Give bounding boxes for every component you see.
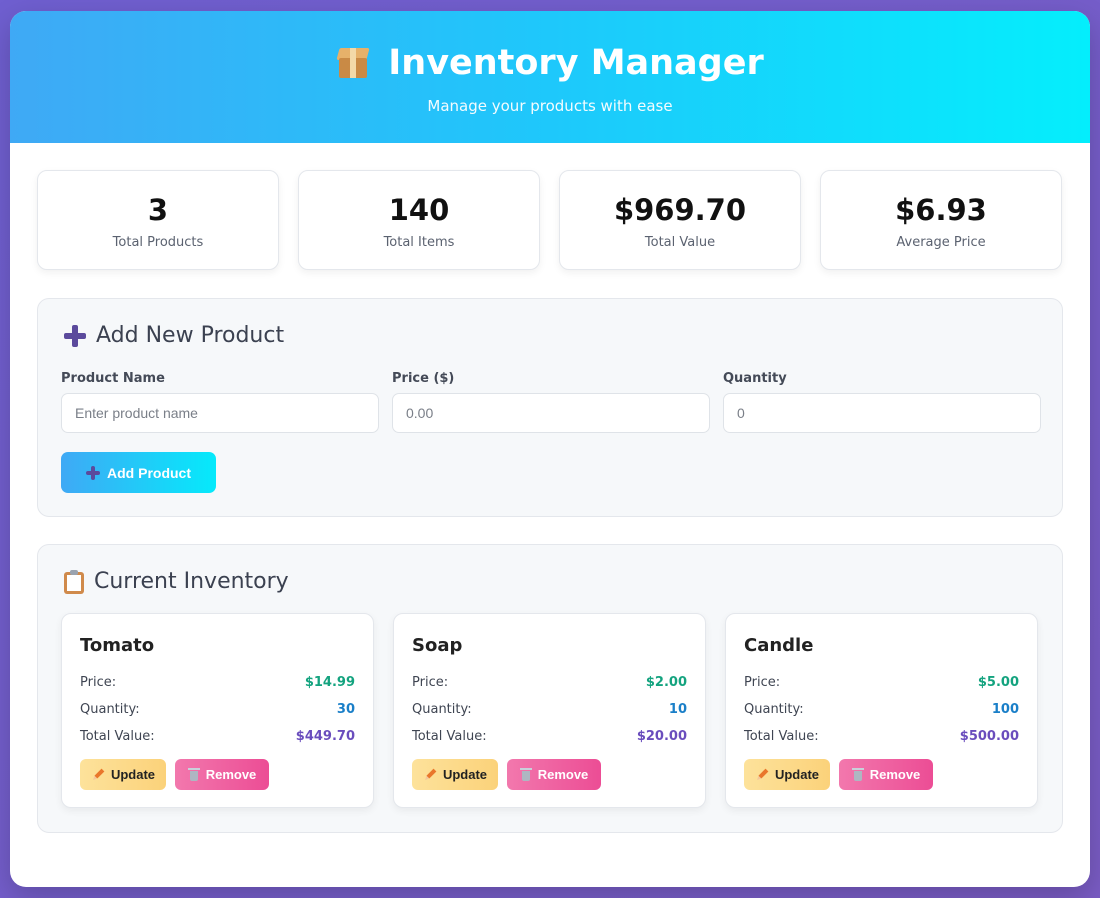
stat-card-average-price: $6.93 Average Price [820,170,1062,270]
quantity-input[interactable] [723,393,1041,433]
update-button[interactable]: Update [744,759,830,790]
stat-label: Total Items [383,235,455,250]
price-input[interactable] [392,393,710,433]
price-value: $5.00 [977,675,1019,690]
price-label: Price ($) [392,371,455,386]
product-card-list: Tomato Price: $14.99 Quantity: 30 Total … [61,613,1038,808]
total-value: $20.00 [636,729,687,744]
stat-value: 140 [388,193,450,227]
remove-button-label: Remove [537,767,589,782]
total-value: $500.00 [959,729,1019,744]
inventory-title: Current Inventory [94,569,289,594]
total-value-label: Total Value: [80,729,155,744]
add-product-panel: Add New Product Product Name Price ($) Q… [37,298,1063,517]
update-button-label: Update [442,767,488,782]
stat-value: $969.70 [613,193,747,227]
quantity-label: Quantity: [744,702,804,717]
total-value-label: Total Value: [412,729,487,744]
pencil-icon [88,765,108,785]
price-label: Price: [80,675,117,690]
quantity-value: 10 [668,702,687,717]
remove-button-label: Remove [205,767,257,782]
total-value-row: Total Value: $500.00 [744,729,1019,744]
product-card-tomato: Tomato Price: $14.99 Quantity: 30 Total … [61,613,374,808]
product-name: Tomato [80,635,155,656]
price-row: Price: $2.00 [412,675,687,690]
quantity-field: Quantity [723,371,1041,433]
page-title: Inventory Manager [388,43,764,83]
price-field: Price ($) [392,371,710,433]
price-label: Price: [412,675,449,690]
stat-label: Total Value [644,235,716,250]
inventory-panel: Current Inventory Tomato Price: $14.99 Q… [37,544,1063,833]
price-value: $2.00 [645,675,687,690]
package-icon [336,46,370,80]
remove-button[interactable]: Remove [175,759,269,790]
page-subtitle: Manage your products with ease [427,97,673,115]
pencil-icon [420,765,440,785]
stat-card-total-items: 140 Total Items [298,170,540,270]
remove-button[interactable]: Remove [507,759,601,790]
quantity-row: Quantity: 10 [412,702,687,717]
stat-value: 3 [147,193,169,227]
page-title-row: Inventory Manager [10,11,1090,83]
price-label: Price: [744,675,781,690]
header: Inventory Manager Manage your products w… [10,11,1090,143]
product-name-input[interactable] [61,393,379,433]
inventory-heading: Current Inventory [64,569,289,594]
remove-button-label: Remove [869,767,921,782]
product-card-soap: Soap Price: $2.00 Quantity: 10 Total Val… [393,613,706,808]
stat-card-total-value: $969.70 Total Value [559,170,801,270]
quantity-value: 30 [336,702,355,717]
product-card-candle: Candle Price: $5.00 Quantity: 100 Total … [725,613,1038,808]
trash-icon [519,768,532,781]
product-name: Soap [412,635,463,656]
price-value: $14.99 [304,675,355,690]
plus-icon [64,324,86,347]
trash-icon [187,768,200,781]
total-value-label: Total Value: [744,729,819,744]
product-name-label: Product Name [61,371,165,386]
total-value-row: Total Value: $20.00 [412,729,687,744]
update-button-label: Update [110,767,156,782]
total-value-row: Total Value: $449.70 [80,729,355,744]
stat-label: Total Products [112,235,204,250]
stat-label: Average Price [896,235,986,250]
add-product-heading: Add New Product [64,323,284,348]
add-product-button-label: Add Product [107,464,191,481]
pencil-icon [752,765,772,785]
price-row: Price: $14.99 [80,675,355,690]
quantity-row: Quantity: 30 [80,702,355,717]
update-button[interactable]: Update [412,759,498,790]
stats-row: 3 Total Products 140 Total Items $969.70… [37,170,1062,270]
quantity-row: Quantity: 100 [744,702,1019,717]
update-button[interactable]: Update [80,759,166,790]
update-button-label: Update [774,767,820,782]
add-product-title: Add New Product [96,323,285,348]
remove-button[interactable]: Remove [839,759,933,790]
trash-icon [851,768,864,781]
stat-value: $6.93 [895,193,987,227]
add-product-button[interactable]: Add Product [61,452,216,493]
quantity-value: 100 [991,702,1019,717]
quantity-label: Quantity: [80,702,140,717]
total-value: $449.70 [295,729,355,744]
quantity-label: Quantity [723,371,787,386]
product-name-field: Product Name [61,371,379,433]
product-name: Candle [744,635,814,656]
clipboard-icon [64,569,84,594]
plus-icon [86,465,100,480]
app-container: Inventory Manager Manage your products w… [10,11,1090,887]
price-row: Price: $5.00 [744,675,1019,690]
quantity-label: Quantity: [412,702,472,717]
stat-card-total-products: 3 Total Products [37,170,279,270]
